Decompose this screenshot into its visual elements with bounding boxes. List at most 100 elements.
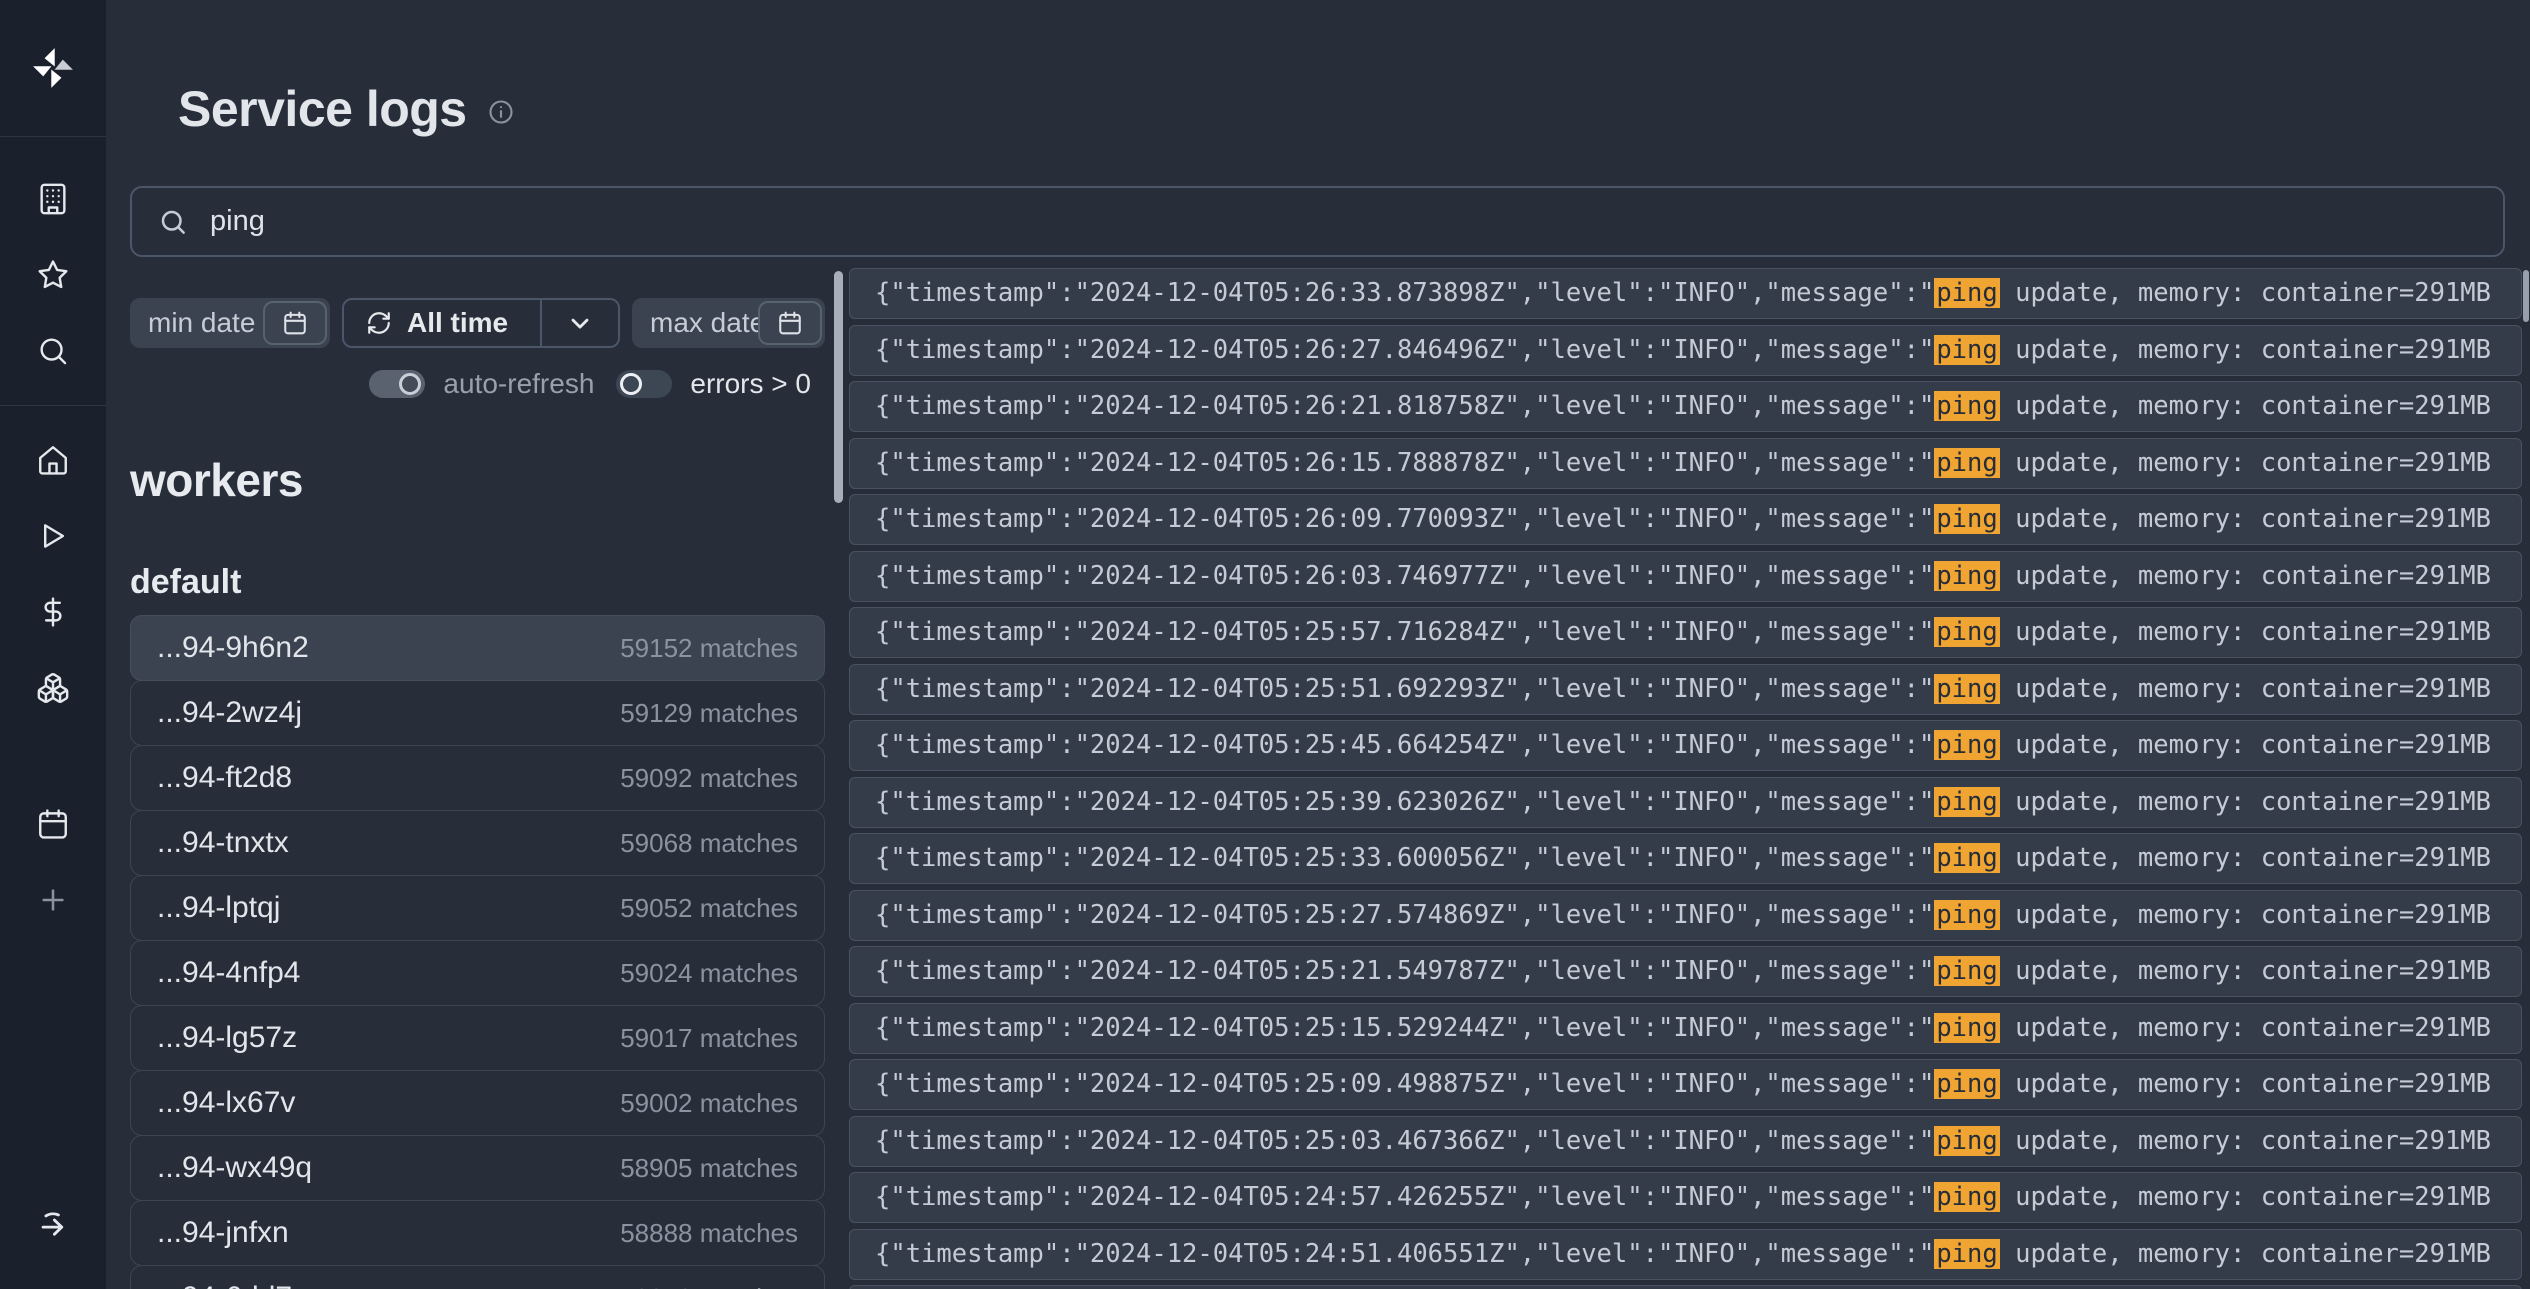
worker-id: ...94-9h6n2 bbox=[157, 631, 309, 665]
log-row[interactable]: {"timestamp":"2024-12-04T05:24:57.426255… bbox=[849, 1172, 2522, 1223]
star-icon bbox=[36, 258, 70, 292]
log-row[interactable]: {"timestamp":"2024-12-04T05:26:15.788878… bbox=[849, 438, 2522, 489]
worker-match-count: 59092 matches bbox=[620, 763, 798, 794]
log-text: update, memory: container=291MB bbox=[2000, 391, 2491, 421]
log-text: {"timestamp":"2024-12-04T05:25:21.549787… bbox=[875, 956, 1934, 986]
search-term-highlight: ping bbox=[1934, 787, 1999, 817]
log-row[interactable]: {"timestamp":"2024-12-04T05:25:09.498875… bbox=[849, 1059, 2522, 1110]
date-filter-row: min date All time bbox=[130, 298, 825, 348]
sidebar-item-add[interactable] bbox=[0, 862, 106, 938]
search-term-highlight: ping bbox=[1934, 561, 1999, 591]
worker-match-count: 59068 matches bbox=[620, 828, 798, 859]
log-row[interactable]: {"timestamp":"2024-12-04T05:25:57.716284… bbox=[849, 607, 2522, 658]
auto-refresh-toggle[interactable] bbox=[369, 370, 425, 398]
info-icon[interactable] bbox=[487, 98, 515, 126]
log-text: update, memory: container=291MB bbox=[2000, 956, 2491, 986]
worker-row[interactable]: ...94-2wz4j59129 matches bbox=[130, 680, 825, 746]
search-term-highlight: ping bbox=[1934, 956, 1999, 986]
log-text: {"timestamp":"2024-12-04T05:25:15.529244… bbox=[875, 1013, 1934, 1043]
search-input[interactable] bbox=[210, 205, 2010, 238]
play-icon bbox=[36, 519, 70, 553]
left-panel-scrollbar[interactable] bbox=[834, 271, 843, 503]
worker-row[interactable]: ...94-lx67v59002 matches bbox=[130, 1070, 825, 1136]
log-row[interactable]: {"timestamp":"2024-12-04T05:26:27.846496… bbox=[849, 325, 2522, 376]
worker-id: ...94-lptqj bbox=[157, 891, 280, 925]
sidebar-item-resources[interactable] bbox=[0, 650, 106, 726]
sidebar-item-workspace[interactable] bbox=[0, 161, 106, 237]
search-term-highlight: ping bbox=[1934, 1126, 1999, 1156]
min-date-calendar-button[interactable] bbox=[263, 301, 327, 345]
worker-match-count: 59017 matches bbox=[620, 1023, 798, 1054]
worker-id: ...94-2wz4j bbox=[157, 696, 302, 730]
worker-row[interactable]: ...94-lg57z59017 matches bbox=[130, 1005, 825, 1071]
worker-id: ...94-jnfxn bbox=[157, 1216, 289, 1250]
worker-match-count: 59024 matches bbox=[620, 958, 798, 989]
worker-row[interactable]: ...94-lptqj59052 matches bbox=[130, 875, 825, 941]
time-range-main[interactable]: All time bbox=[344, 307, 540, 339]
search-term-highlight: ping bbox=[1934, 900, 1999, 930]
min-date-field[interactable]: min date bbox=[130, 298, 330, 348]
worker-row[interactable]: ...94-tnxtx 59068 matches bbox=[130, 810, 825, 876]
log-row[interactable]: {"timestamp":"2024-12-04T05:25:45.664254… bbox=[849, 720, 2522, 771]
sidebar-item-home[interactable] bbox=[0, 422, 106, 498]
log-text: update, memory: container=291MB bbox=[2000, 448, 2491, 478]
log-row[interactable]: {"timestamp":"2024-12-04T05:26:21.818758… bbox=[849, 381, 2522, 432]
worker-id: ...94-4nfp4 bbox=[157, 956, 300, 990]
worker-group-name: default bbox=[130, 563, 825, 602]
log-panel-scrollbar[interactable] bbox=[2523, 270, 2529, 322]
toggle-row: auto-refresh errors > 0 bbox=[130, 369, 825, 399]
sidebar bbox=[0, 0, 106, 1289]
log-row[interactable]: {"timestamp":"2024-12-04T05:24:51.406551… bbox=[849, 1229, 2522, 1280]
worker-row[interactable]: ...94-wx49q58905 matches bbox=[130, 1135, 825, 1201]
worker-row[interactable]: ...94-9h6n259152 matches bbox=[130, 615, 825, 681]
worker-id: ...94-tnxtx bbox=[157, 826, 289, 860]
log-text: {"timestamp":"2024-12-04T05:26:21.818758… bbox=[875, 391, 1934, 421]
worker-row[interactable]: ...94-4nfp4 59024 matches bbox=[130, 940, 825, 1006]
min-date-placeholder: min date bbox=[148, 298, 266, 348]
search-term-highlight: ping bbox=[1934, 674, 1999, 704]
sidebar-item-runs[interactable] bbox=[0, 498, 106, 574]
log-row[interactable]: {"timestamp":"2024-12-04T05:26:03.746977… bbox=[849, 551, 2522, 602]
max-date-field[interactable]: max date bbox=[632, 298, 825, 348]
log-text: {"timestamp":"2024-12-04T05:26:09.770093… bbox=[875, 504, 1934, 534]
dollar-icon bbox=[36, 595, 70, 629]
log-row-partial[interactable] bbox=[849, 1285, 2522, 1289]
time-range-dropdown[interactable] bbox=[542, 309, 618, 337]
toggle-knob bbox=[399, 373, 421, 395]
sidebar-divider bbox=[0, 405, 106, 406]
log-row[interactable]: {"timestamp":"2024-12-04T05:25:03.467366… bbox=[849, 1116, 2522, 1167]
log-row[interactable]: {"timestamp":"2024-12-04T05:26:33.873898… bbox=[849, 268, 2522, 319]
log-text: update, memory: container=291MB bbox=[2000, 504, 2491, 534]
errors-toggle[interactable] bbox=[616, 370, 672, 398]
time-range-button[interactable]: All time bbox=[342, 298, 620, 348]
sidebar-expand-button[interactable] bbox=[0, 1187, 106, 1263]
log-text: {"timestamp":"2024-12-04T05:25:51.692293… bbox=[875, 674, 1934, 704]
search-icon bbox=[158, 207, 188, 237]
worker-row[interactable]: ...94-ft2d859092 matches bbox=[130, 745, 825, 811]
windmill-logo[interactable] bbox=[0, 0, 106, 137]
worker-match-count: 58878 matches bbox=[620, 1283, 798, 1289]
sidebar-item-search[interactable] bbox=[0, 313, 106, 389]
sidebar-item-favorites[interactable] bbox=[0, 237, 106, 313]
toggle-knob bbox=[620, 373, 642, 395]
log-list: {"timestamp":"2024-12-04T05:26:33.873898… bbox=[849, 268, 2522, 1289]
sidebar-item-variables[interactable] bbox=[0, 574, 106, 650]
worker-row[interactable]: ...94-6dd7r58878 matches bbox=[130, 1265, 825, 1289]
worker-row[interactable]: ...94-jnfxn58888 matches bbox=[130, 1200, 825, 1266]
log-row[interactable]: {"timestamp":"2024-12-04T05:25:15.529244… bbox=[849, 1003, 2522, 1054]
log-text: {"timestamp":"2024-12-04T05:26:33.873898… bbox=[875, 278, 1934, 308]
log-row[interactable]: {"timestamp":"2024-12-04T05:25:27.574869… bbox=[849, 890, 2522, 941]
worker-match-count: 58905 matches bbox=[620, 1153, 798, 1184]
search-bar bbox=[130, 186, 2505, 257]
log-row[interactable]: {"timestamp":"2024-12-04T05:25:21.549787… bbox=[849, 946, 2522, 997]
log-row[interactable]: {"timestamp":"2024-12-04T05:26:09.770093… bbox=[849, 494, 2522, 545]
log-row[interactable]: {"timestamp":"2024-12-04T05:25:33.600056… bbox=[849, 833, 2522, 884]
max-date-calendar-button[interactable] bbox=[758, 301, 822, 345]
calendar-icon bbox=[282, 310, 308, 336]
log-row[interactable]: {"timestamp":"2024-12-04T05:25:51.692293… bbox=[849, 664, 2522, 715]
sidebar-item-schedules[interactable] bbox=[0, 786, 106, 862]
auto-refresh-label: auto-refresh bbox=[443, 368, 594, 400]
log-text: {"timestamp":"2024-12-04T05:26:15.788878… bbox=[875, 448, 1934, 478]
page-title-text: Service logs bbox=[178, 80, 467, 138]
log-row[interactable]: {"timestamp":"2024-12-04T05:25:39.623026… bbox=[849, 777, 2522, 828]
